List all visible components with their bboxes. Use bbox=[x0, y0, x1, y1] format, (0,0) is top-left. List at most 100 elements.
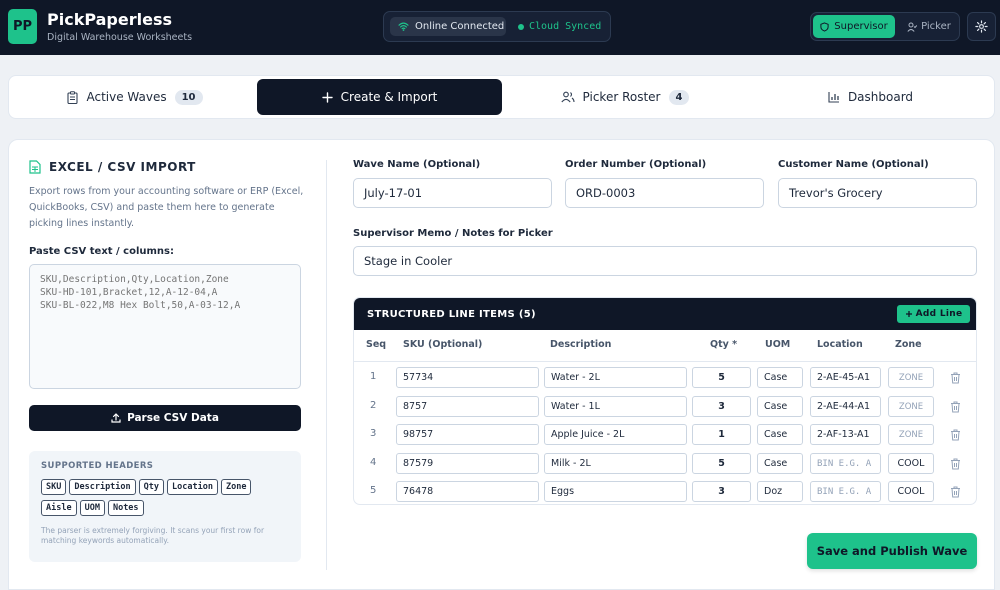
tab-active-waves-label: Active Waves bbox=[86, 90, 167, 104]
parser-note: The parser is extremely forgiving. It sc… bbox=[41, 526, 265, 545]
customer-name-label: Customer Name (Optional) bbox=[778, 159, 929, 170]
trash-icon[interactable] bbox=[950, 401, 961, 413]
csv-label: Paste CSV text / columns: bbox=[29, 246, 174, 257]
qty-input[interactable]: 5 bbox=[692, 367, 751, 388]
role-switcher: Supervisor Picker bbox=[810, 12, 960, 41]
supported-headers-title: SUPPORTED HEADERS bbox=[41, 461, 154, 471]
active-waves-count-badge: 10 bbox=[174, 89, 203, 105]
header-chip: Zone bbox=[220, 479, 252, 495]
trash-icon[interactable] bbox=[950, 372, 961, 384]
description-input[interactable]: Apple Juice - 2L bbox=[544, 424, 687, 445]
add-line-label: Add Line bbox=[915, 309, 963, 319]
tab-dashboard-label: Dashboard bbox=[847, 90, 914, 104]
zone-input[interactable]: ZONE bbox=[888, 367, 934, 388]
zone-input[interactable]: ZONE bbox=[888, 424, 934, 445]
trash-icon[interactable] bbox=[950, 458, 961, 470]
parse-csv-button[interactable]: Parse CSV Data bbox=[29, 405, 301, 431]
qty-input[interactable]: 5 bbox=[692, 453, 751, 474]
col-location: Location bbox=[817, 339, 863, 350]
trash-icon[interactable] bbox=[950, 486, 961, 498]
plus-icon bbox=[321, 91, 333, 103]
uom-select[interactable]: Case bbox=[757, 424, 803, 445]
description-input[interactable]: Water - 1L bbox=[544, 396, 687, 417]
uom-select[interactable]: Case bbox=[757, 396, 803, 417]
top-bar: PP PickPaperless Digital Warehouse Works… bbox=[0, 0, 1000, 55]
add-line-button[interactable]: Add Line bbox=[897, 305, 970, 323]
description-input[interactable]: Eggs bbox=[544, 481, 687, 502]
row-seq: 5 bbox=[370, 485, 377, 496]
picker-role-button[interactable]: Picker bbox=[901, 15, 957, 38]
table-row: 5 76478 Eggs 3 Doz BIN E.G. A COOL bbox=[354, 479, 976, 504]
tab-create-import-label: Create & Import bbox=[340, 90, 438, 104]
location-input[interactable]: BIN E.G. A bbox=[810, 481, 881, 502]
row-seq: 2 bbox=[370, 400, 377, 411]
sku-input[interactable]: 57734 bbox=[396, 367, 539, 388]
col-seq: Seq bbox=[366, 339, 387, 350]
shield-icon bbox=[820, 21, 829, 32]
sku-input[interactable]: 87579 bbox=[396, 453, 539, 474]
clipboard-icon bbox=[67, 90, 79, 104]
sync-dot-icon bbox=[518, 23, 524, 30]
table-row: 4 87579 Milk - 2L 5 Case BIN E.G. A COOL bbox=[354, 451, 976, 479]
memo-input[interactable]: Stage in Cooler bbox=[353, 246, 977, 276]
order-number-input[interactable]: ORD-0003 bbox=[565, 178, 764, 208]
customer-name-input[interactable]: Trevor's Grocery bbox=[778, 178, 977, 208]
qty-input[interactable]: 1 bbox=[692, 424, 751, 445]
header-chip: Location bbox=[167, 479, 218, 495]
trash-icon[interactable] bbox=[950, 429, 961, 441]
spreadsheet-icon bbox=[29, 160, 41, 174]
users-icon bbox=[560, 91, 575, 103]
sku-input[interactable]: 76478 bbox=[396, 481, 539, 502]
app-title: PickPaperless bbox=[47, 10, 173, 29]
import-title-text: EXCEL / CSV IMPORT bbox=[49, 160, 196, 174]
location-input[interactable]: 2-AF-13-A1 bbox=[810, 424, 881, 445]
sku-input[interactable]: 8757 bbox=[396, 396, 539, 417]
uom-select[interactable]: Case bbox=[757, 367, 803, 388]
line-items-header: STRUCTURED LINE ITEMS (5) Add Line bbox=[354, 298, 976, 330]
location-input[interactable]: BIN E.G. A bbox=[810, 453, 881, 474]
app-logo: PP bbox=[8, 9, 37, 44]
row-seq: 1 bbox=[370, 371, 377, 382]
col-zone: Zone bbox=[895, 339, 922, 350]
tab-picker-roster[interactable]: Picker Roster 4 bbox=[507, 79, 743, 115]
wave-name-label: Wave Name (Optional) bbox=[353, 159, 481, 170]
tab-active-waves[interactable]: Active Waves 10 bbox=[17, 79, 253, 115]
zone-input[interactable]: COOL bbox=[888, 453, 934, 474]
uom-select[interactable]: Doz bbox=[757, 481, 803, 502]
location-input[interactable]: 2-AE-45-A1 bbox=[810, 367, 881, 388]
save-publish-button[interactable]: Save and Publish Wave bbox=[807, 533, 977, 569]
import-description: Export rows from your accounting softwar… bbox=[29, 186, 304, 229]
zone-input[interactable]: COOL bbox=[888, 481, 934, 502]
description-input[interactable]: Milk - 2L bbox=[544, 453, 687, 474]
location-input[interactable]: 2-AE-44-A1 bbox=[810, 396, 881, 417]
header-chip: UOM bbox=[79, 500, 105, 516]
header-chip: SKU bbox=[41, 479, 67, 495]
sku-input[interactable]: 98757 bbox=[396, 424, 539, 445]
description-input[interactable]: Water - 2L bbox=[544, 367, 687, 388]
row-seq: 4 bbox=[370, 457, 377, 468]
col-sku: SKU (Optional) bbox=[403, 339, 483, 350]
qty-input[interactable]: 3 bbox=[692, 481, 751, 502]
main-nav: Active Waves 10 Create & Import Picker R… bbox=[8, 75, 995, 119]
picker-roster-count-badge: 4 bbox=[668, 89, 690, 105]
wifi-icon bbox=[398, 22, 409, 31]
user-icon bbox=[907, 22, 918, 32]
row-seq: 3 bbox=[370, 428, 377, 439]
csv-textarea[interactable] bbox=[29, 264, 301, 389]
wave-name-input[interactable]: July-17-01 bbox=[353, 178, 552, 208]
sync-label: Cloud Synced bbox=[529, 21, 602, 32]
zone-input[interactable]: ZONE bbox=[888, 396, 934, 417]
supported-headers-list: SKU Description Qty Location Zone Aisle … bbox=[41, 479, 261, 516]
online-label: Online Connected bbox=[415, 21, 505, 32]
settings-button[interactable] bbox=[967, 12, 996, 41]
header-chip: Notes bbox=[107, 500, 144, 516]
qty-input[interactable]: 3 bbox=[692, 396, 751, 417]
tab-dashboard[interactable]: Dashboard bbox=[749, 79, 992, 115]
sync-status: Cloud Synced bbox=[518, 17, 601, 36]
supported-headers-box: SUPPORTED HEADERS SKU Description Qty Lo… bbox=[29, 451, 301, 562]
col-description: Description bbox=[550, 339, 612, 350]
supervisor-role-button[interactable]: Supervisor bbox=[813, 15, 895, 38]
tab-create-import[interactable]: Create & Import bbox=[257, 79, 502, 115]
gear-icon bbox=[975, 20, 988, 33]
uom-select[interactable]: Case bbox=[757, 453, 803, 474]
